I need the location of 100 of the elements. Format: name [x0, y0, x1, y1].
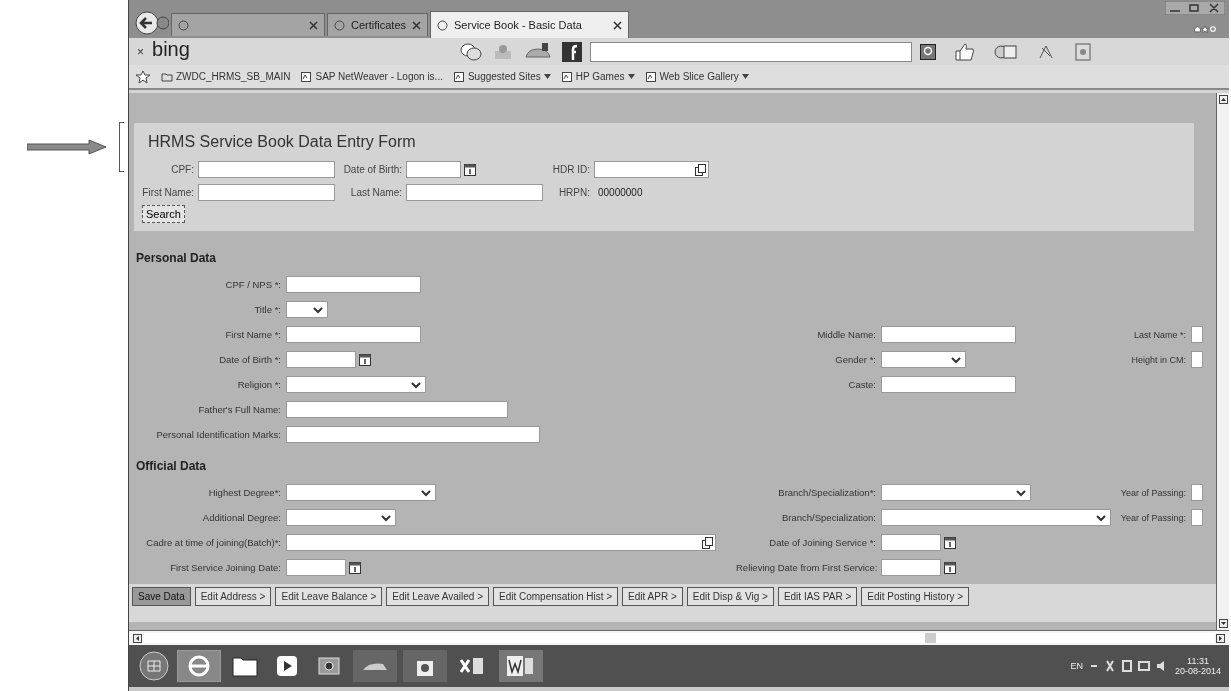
action-button[interactable]: Edit Posting History >: [861, 587, 970, 606]
page-icon: [437, 19, 449, 31]
calendar-icon[interactable]: [359, 353, 371, 366]
favorites-link[interactable]: HP Games: [560, 70, 635, 83]
favorites-link[interactable]: Suggested Sites: [452, 70, 551, 83]
search-field[interactable]: [590, 41, 912, 62]
action-button[interactable]: Edit IAS PAR >: [777, 587, 858, 606]
search-button[interactable]: Search: [142, 205, 185, 223]
page-icon: [560, 70, 573, 83]
horizontal-scrollbar[interactable]: [129, 630, 1229, 645]
favorites-link[interactable]: SAP NetWeaver - Logon is...: [300, 70, 443, 83]
field-label: Relieving Date from First Service:: [736, 562, 876, 573]
favorites-link[interactable]: Web Slice Gallery: [644, 70, 749, 83]
action-button[interactable]: Save Data: [132, 587, 191, 606]
field-label: Last Name:: [349, 187, 403, 198]
page-icon: [644, 70, 657, 83]
field-label: Branch/Specialization*:: [777, 487, 876, 498]
field-label: Year of Passing:: [1119, 487, 1186, 498]
input-field[interactable]: [594, 161, 709, 178]
field-label: Branch/Specialization:: [781, 512, 876, 523]
field-label: Middle Name:: [816, 329, 876, 340]
field-label: Cadre at time of joining(Batch)*:: [145, 537, 281, 548]
input-field[interactable]: [286, 426, 540, 443]
close-icon[interactable]: [613, 20, 623, 30]
field-label: Date of Joining Service *:: [768, 537, 876, 548]
field-label: Date of Birth *:: [218, 354, 281, 365]
field-label: Gender *:: [834, 354, 876, 365]
field-label: First Service Joining Date:: [169, 562, 281, 573]
favorites-link[interactable]: ZWDC_HRMS_SB_MAIN: [161, 70, 291, 83]
lookup-icon[interactable]: [695, 163, 706, 176]
field-label: Father's Full Name:: [197, 404, 281, 415]
action-button[interactable]: Edit Leave Availed >: [386, 587, 489, 606]
section-title: Official Data: [136, 459, 208, 473]
input-field[interactable]: [1191, 351, 1203, 368]
browser-tab[interactable]: Certificates: [327, 13, 429, 36]
field-label: HRPN:: [557, 187, 591, 198]
field-label: Personal Identification Marks:: [155, 429, 281, 440]
calendar-icon[interactable]: [944, 536, 956, 549]
input-field[interactable]: [286, 401, 508, 418]
input-field[interactable]: [881, 376, 1016, 393]
action-button[interactable]: Edit Address >: [194, 587, 272, 606]
input-field[interactable]: [198, 161, 335, 178]
arrow-icon: [27, 139, 107, 155]
browser-tab[interactable]: Service Book - Basic Data: [430, 11, 630, 38]
input-field[interactable]: [1191, 326, 1203, 343]
field-label: Religion *:: [236, 379, 281, 390]
field-label: Last Name *:: [1132, 329, 1186, 340]
action-button[interactable]: Edit Leave Balance >: [275, 587, 383, 606]
toolbar-close-button[interactable]: ×: [137, 44, 144, 59]
date-field[interactable]: [406, 161, 461, 178]
vertical-scrollbar[interactable]: [1216, 93, 1229, 630]
start-button[interactable]: [137, 650, 171, 682]
field-label: Date of Birth:: [342, 164, 403, 175]
window-controls-icon[interactable]: [1165, 1, 1225, 15]
chat-bubbles-icon[interactable]: [460, 41, 482, 62]
input-field[interactable]: [406, 184, 543, 201]
field-label: First Name:: [142, 187, 195, 198]
page-icon: [452, 70, 465, 83]
calendar-icon[interactable]: [349, 561, 361, 574]
close-icon[interactable]: [309, 20, 318, 30]
action-button[interactable]: Edit Compensation Hist >: [493, 587, 619, 606]
input-field[interactable]: [286, 276, 421, 293]
favorites-star-icon[interactable]: [135, 69, 151, 84]
page-icon: [178, 19, 189, 31]
close-icon[interactable]: [412, 20, 422, 30]
date-field[interactable]: [286, 559, 346, 576]
input-field[interactable]: [286, 326, 421, 343]
section-title: Personal Data: [136, 251, 218, 265]
thumbs-up-icon[interactable]: [954, 41, 976, 62]
search-icon[interactable]: [920, 43, 936, 60]
caret-icon: [1096, 513, 1106, 522]
action-button[interactable]: Edit Disp & Vig >: [686, 587, 774, 606]
scroll-down-icon[interactable]: [1218, 619, 1228, 628]
input-field[interactable]: [1191, 484, 1203, 501]
input-field[interactable]: [881, 326, 1016, 343]
scroll-left-icon[interactable]: [133, 633, 142, 643]
back-button[interactable]: [135, 11, 169, 35]
field-label: Caste:: [847, 379, 876, 390]
input-field[interactable]: [286, 534, 716, 551]
scroll-right-icon[interactable]: [1216, 633, 1225, 643]
date-field[interactable]: [286, 351, 356, 368]
calendar-icon[interactable]: [464, 163, 476, 176]
brand-logo: bing: [152, 38, 191, 61]
facebook-icon[interactable]: [562, 41, 582, 62]
input-field[interactable]: [1191, 509, 1203, 526]
caret-icon: [381, 513, 391, 522]
scroll-up-icon[interactable]: [1218, 95, 1228, 104]
page-icon: [300, 70, 313, 83]
word-document-icon[interactable]: [499, 650, 543, 682]
language-indicator[interactable]: EN: [1070, 661, 1083, 671]
date-field[interactable]: [881, 559, 941, 576]
date-field[interactable]: [881, 534, 941, 551]
field-label: HDR ID:: [551, 164, 591, 175]
lookup-icon[interactable]: [702, 536, 713, 549]
caret-icon: [411, 380, 421, 389]
calendar-icon[interactable]: [944, 561, 956, 574]
dropdown[interactable]: [286, 301, 328, 318]
action-button[interactable]: Edit APR >: [622, 587, 683, 606]
field-value: 00000000: [597, 187, 643, 198]
input-field[interactable]: [198, 184, 335, 201]
